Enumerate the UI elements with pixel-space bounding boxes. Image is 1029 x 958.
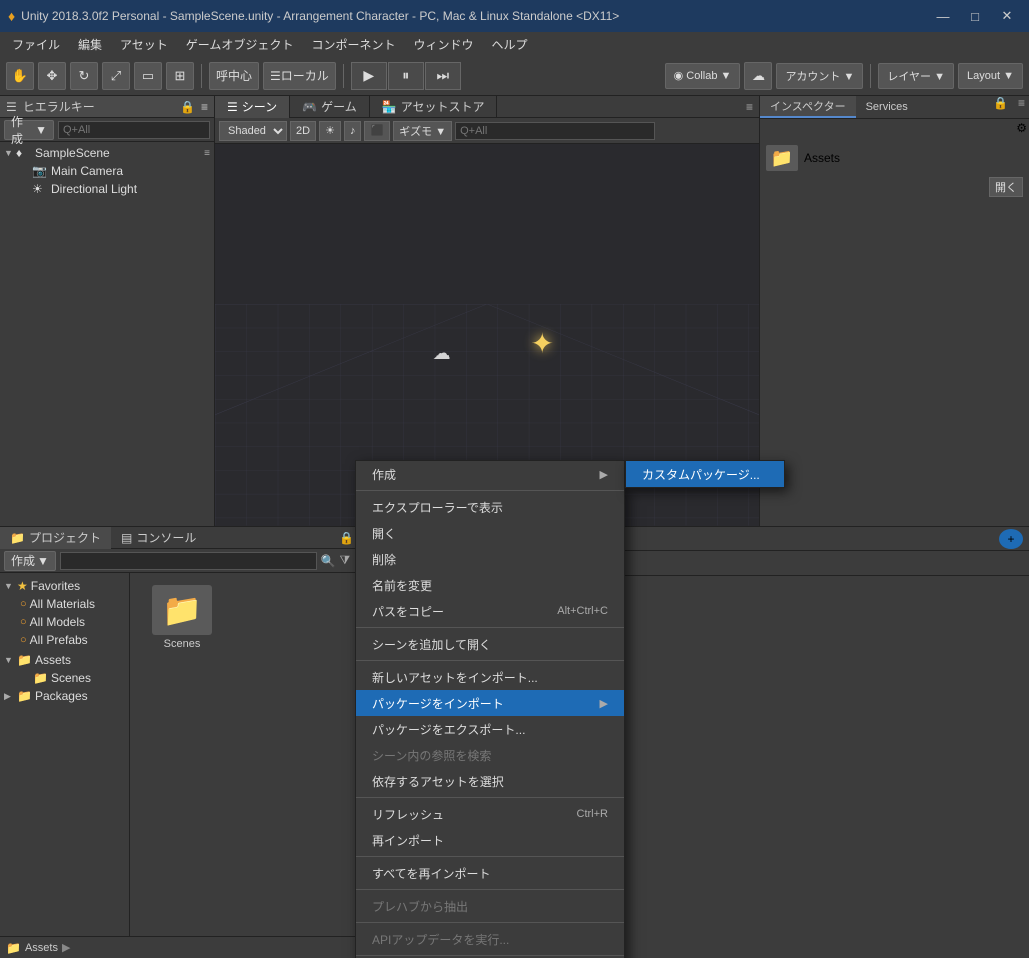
ctx-delete-label: 削除 [372,551,396,568]
ctx-open[interactable]: 開く [356,520,624,546]
ctx-api-updater-label: APIアップデータを実行... [372,931,509,948]
context-menu-overlay[interactable]: 作成 ▶ エクスプローラーで表示 開く 削除 名前を変更 パスをコピー Alt+… [0,0,1029,958]
ctx-refresh-shortcut: Ctrl+R [577,808,608,820]
ctx-sep-6 [356,889,624,890]
ctx-export-package-label: パッケージをエクスポート... [372,721,525,738]
ctx-find-refs-label: シーン内の参照を検索 [372,747,491,764]
ctx-create[interactable]: 作成 ▶ [356,461,624,487]
ctx-refresh-label: リフレッシュ [372,806,444,823]
ctx-sep-3 [356,660,624,661]
ctx-sep-2 [356,627,624,628]
ctx-show-explorer[interactable]: エクスプローラーで表示 [356,494,624,520]
submenu-custom-package-label: カスタムパッケージ... [642,466,760,483]
ctx-open-scene[interactable]: シーンを追加して開く [356,631,624,657]
ctx-import-new-asset[interactable]: 新しいアセットをインポート... [356,664,624,690]
ctx-rename-label: 名前を変更 [372,577,432,594]
ctx-export-package[interactable]: パッケージをエクスポート... [356,716,624,742]
ctx-find-refs: シーン内の参照を検索 [356,742,624,768]
ctx-api-updater: APIアップデータを実行... [356,926,624,952]
ctx-import-new-asset-label: 新しいアセットをインポート... [372,669,538,686]
submenu-custom-package[interactable]: カスタムパッケージ... [626,461,784,487]
ctx-import-package-arrow: ▶ [600,697,608,710]
ctx-sep-5 [356,856,624,857]
ctx-select-deps-label: 依存するアセットを選択 [372,773,504,790]
ctx-create-label: 作成 [372,466,396,483]
ctx-reimport-label: 再インポート [372,832,444,849]
ctx-import-package-label: パッケージをインポート [372,695,504,712]
ctx-refresh[interactable]: リフレッシュ Ctrl+R [356,801,624,827]
ctx-open-label: 開く [372,525,396,542]
ctx-rename[interactable]: 名前を変更 [356,572,624,598]
ctx-reimport-all[interactable]: すべてを再インポート [356,860,624,886]
ctx-copy-path-label: パスをコピー [372,603,444,620]
ctx-create-arrow: ▶ [600,468,608,481]
ctx-reimport[interactable]: 再インポート [356,827,624,853]
ctx-open-scene-label: シーンを追加して開く [372,636,491,653]
ctx-sep-1 [356,490,624,491]
ctx-select-deps[interactable]: 依存するアセットを選択 [356,768,624,794]
ctx-import-package[interactable]: パッケージをインポート ▶ [356,690,624,716]
ctx-reimport-all-label: すべてを再インポート [372,865,490,882]
ctx-copy-path-shortcut: Alt+Ctrl+C [557,605,608,617]
context-menu: 作成 ▶ エクスプローラーで表示 開く 削除 名前を変更 パスをコピー Alt+… [355,460,625,958]
ctx-delete[interactable]: 削除 [356,546,624,572]
ctx-copy-path[interactable]: パスをコピー Alt+Ctrl+C [356,598,624,624]
ctx-show-explorer-label: エクスプローラーで表示 [372,499,503,516]
ctx-sep-8 [356,955,624,956]
submenu: カスタムパッケージ... [625,460,785,488]
ctx-sep-4 [356,797,624,798]
ctx-extract-prefab: プレハブから抽出 [356,893,624,919]
ctx-sep-7 [356,922,624,923]
ctx-extract-prefab-label: プレハブから抽出 [372,898,468,915]
